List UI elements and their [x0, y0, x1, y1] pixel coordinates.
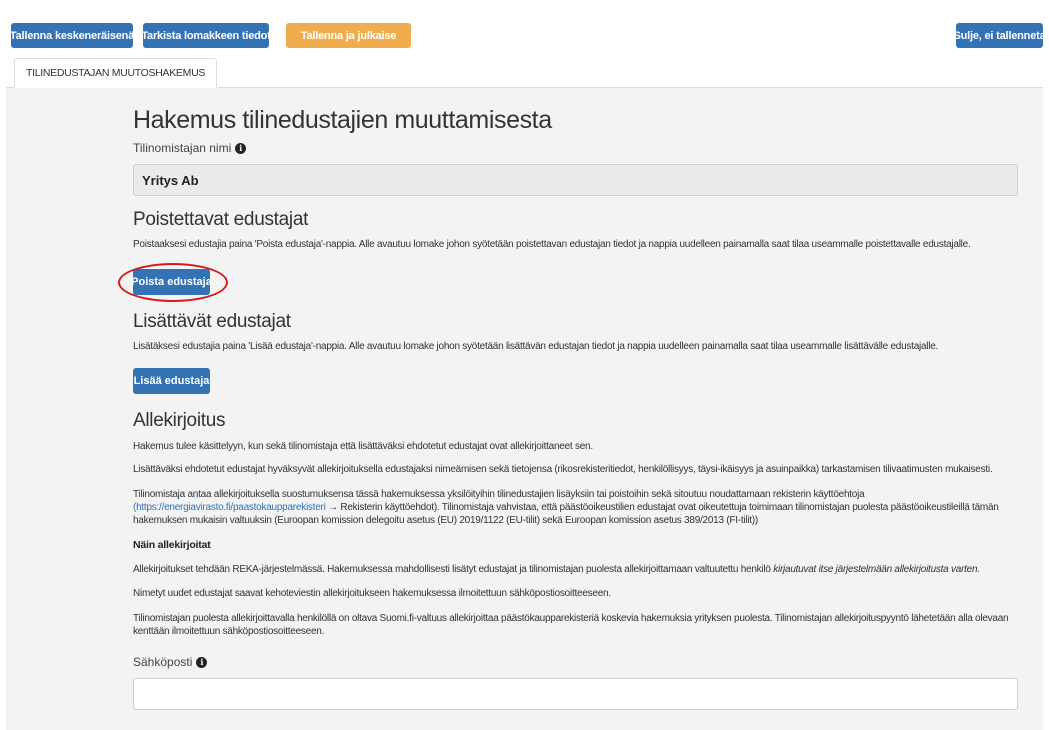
save-and-publish-button[interactable]: Tallenna ja julkaise [286, 23, 411, 48]
owner-name-value: Yritys Ab [142, 172, 199, 188]
signature-paragraph-3-line-3: hakemuksen mukaisin valtuuksin (Euroopan… [133, 515, 758, 526]
signature-paragraph-4-italic: kirjautuvat itse järjestelmään allekirjo… [773, 564, 980, 575]
owner-name-field: Yritys Ab [133, 164, 1018, 196]
how-to-sign-heading: Näin allekirjoitat [133, 539, 211, 551]
signature-paragraph-4: Allekirjoitukset tehdään REKA-järjestelm… [133, 563, 980, 576]
signature-paragraph-6-line-1: Tilinomistajan puolesta allekirjoittaval… [133, 613, 1009, 624]
info-icon[interactable]: i [196, 656, 208, 668]
owner-name-label-row: Tilinomistajan nimi i [133, 141, 247, 155]
terms-of-use-link[interactable]: (https://energiavirasto.fi/paastokauppar… [133, 502, 326, 513]
signature-paragraph-6-line-2: kenttään ilmoitettuun sähköpostiosoittee… [133, 626, 325, 637]
remove-representatives-heading: Poistettavat edustajat [133, 209, 309, 230]
signature-paragraph-5: Nimetyt uudet edustajat saavat kehotevie… [133, 588, 611, 599]
remove-representatives-text: Poistaaksesi edustajia paina 'Poista edu… [133, 239, 971, 250]
arrow-icon: → [328, 502, 338, 513]
form-panel: Hakemus tilinedustajien muuttamisesta Ti… [6, 88, 1043, 730]
add-representatives-heading: Lisättävät edustajat [133, 311, 291, 332]
email-label: Sähköposti [133, 655, 193, 669]
email-label-row: Sähköposti i [133, 655, 208, 669]
signature-paragraph-2: Lisättäväksi ehdotetut edustajat hyväksy… [133, 464, 993, 475]
tab-account-representative-change[interactable]: TILINEDUSTAJAN MUUTOSHAKEMUS [14, 58, 218, 88]
owner-name-label: Tilinomistajan nimi [133, 141, 232, 155]
add-representative-button[interactable]: Lisää edustaja [133, 368, 210, 394]
signature-paragraph-3-text: Rekisterin käyttöehdot). Tilinomistaja v… [340, 502, 999, 513]
remove-representative-button[interactable]: Poista edustaja [131, 269, 212, 295]
signature-paragraph-3-line-1: Tilinomistaja antaa allekirjoituksella s… [133, 489, 865, 500]
add-representatives-text: Lisätäksesi edustajia paina 'Lisää edust… [133, 341, 939, 352]
signature-paragraph-1: Hakemus tulee käsittelyyn, kun sekä tili… [133, 441, 593, 452]
toolbar: Tallenna keskeneräisenä Tarkista lomakke… [0, 0, 1049, 52]
info-icon[interactable]: i [235, 142, 247, 154]
close-without-saving-button[interactable]: Sulje, ei tallenneta [954, 23, 1046, 48]
tab-bar: TILINEDUSTAJAN MUUTOSHAKEMUS [6, 55, 1043, 88]
email-field[interactable] [133, 678, 1018, 710]
signature-paragraph-3-line-2: (https://energiavirasto.fi/paastokauppar… [133, 501, 999, 514]
signature-paragraph-4-text: Allekirjoitukset tehdään REKA-järjestelm… [133, 564, 771, 575]
signature-heading: Allekirjoitus [133, 410, 226, 431]
save-draft-button[interactable]: Tallenna keskeneräisenä [10, 23, 134, 48]
check-form-button[interactable]: Tarkista lomakkeen tiedot [141, 23, 271, 48]
page-title: Hakemus tilinedustajien muuttamisesta [133, 106, 552, 134]
